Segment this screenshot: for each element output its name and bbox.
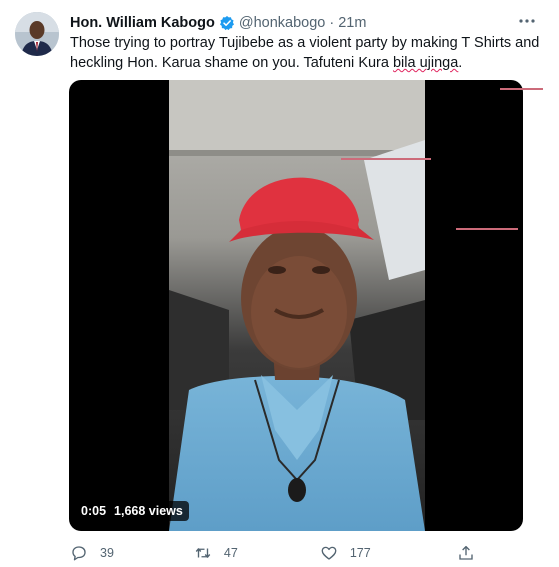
annotation-line bbox=[456, 228, 518, 230]
more-icon[interactable] bbox=[517, 13, 537, 29]
annotation-line bbox=[341, 158, 431, 160]
reply-count: 39 bbox=[100, 546, 114, 560]
video-frame[interactable] bbox=[169, 80, 425, 531]
video-views: 1,668 views bbox=[114, 504, 183, 518]
tweet[interactable]: Hon. William Kabogo @honkabogo · 21m Tho… bbox=[0, 0, 559, 567]
like-icon bbox=[321, 546, 337, 560]
retweet-icon bbox=[195, 548, 211, 558]
separator-dot: · bbox=[329, 15, 335, 31]
reply-button[interactable]: 39 bbox=[70, 544, 114, 562]
retweet-button[interactable]: 47 bbox=[194, 544, 238, 562]
tweet-text: Those trying to portray Tujibebe as a vi… bbox=[70, 33, 540, 73]
share-button[interactable] bbox=[457, 544, 475, 562]
author-name[interactable]: Hon. William Kabogo bbox=[70, 15, 215, 31]
author-handle[interactable]: @honkabogo bbox=[239, 15, 325, 31]
retweet-count: 47 bbox=[223, 546, 238, 560]
tweet-timestamp[interactable]: 21m bbox=[338, 15, 366, 31]
share-icon bbox=[458, 545, 473, 560]
tweet-text-tail-marked: bila ujinga bbox=[392, 55, 459, 71]
reply-icon bbox=[72, 546, 86, 561]
tweet-text-line-1: Those trying to portray Tujibebe as a vi… bbox=[70, 35, 540, 51]
video-player[interactable]: 0:05 1,668 views bbox=[69, 80, 523, 531]
verified-badge-icon bbox=[219, 15, 235, 31]
avatar[interactable] bbox=[15, 12, 59, 56]
annotation-line bbox=[500, 88, 543, 90]
like-count: 177 bbox=[349, 546, 371, 560]
tweet-text-end: . bbox=[458, 55, 463, 71]
video-stats-overlay: 0:05 1,668 views bbox=[75, 501, 189, 521]
tweet-text-line-2-start: heckling Hon. Karua shame on you. Tafute… bbox=[70, 55, 359, 71]
video-duration: 0:05 bbox=[81, 504, 107, 518]
tweet-actions: 39 47 177 bbox=[70, 542, 490, 564]
tweet-header: Hon. William Kabogo @honkabogo · 21m bbox=[70, 12, 539, 34]
tweet-text-line-2: heckling Hon. Karua shame on you. Tafute… bbox=[70, 53, 540, 73]
tweet-text-tail-plain: Kura bbox=[358, 55, 393, 71]
like-button[interactable]: 177 bbox=[320, 544, 371, 562]
